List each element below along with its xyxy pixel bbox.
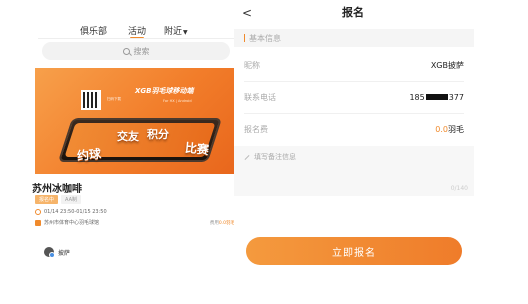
avatar [44,247,55,258]
signup-screen: < 报名 基本信息 昵称 XGB披萨 联系电话 185 377 报名费 0.0羽… [234,0,474,304]
phone-prefix: 185 [409,92,425,102]
back-icon[interactable]: < [242,6,252,20]
event-price: 费用0.0羽毛 [210,220,235,226]
page-title: 报名 [342,6,364,19]
screenshot-stage: 俱乐部 活动 附近▼ 搜索 扫码下载 XGB羽毛球移动端 For HX | An… [0,0,528,304]
fee-unit: 羽毛 [448,124,464,134]
tab-clubs[interactable]: 俱乐部 [80,24,107,37]
chevron-down-icon: ▼ [183,29,188,36]
host-name: 披萨 [58,249,71,257]
signup-button[interactable]: 立即报名 [246,237,462,265]
note-textarea[interactable]: 填写备注信息 0/140 [234,146,474,196]
payment-badge: AA制 [61,195,81,204]
phone-suffix: 377 [448,92,464,102]
nickname-label: 昵称 [244,60,260,70]
divider [38,38,238,39]
fee-label: 报名费 [244,124,268,134]
fee-value: 0.0羽毛 [435,124,464,135]
phone-row: 联系电话 185 377 [234,82,474,112]
location-icon [35,219,41,226]
clock-icon [35,209,41,215]
banner-word: 约球 [76,146,102,164]
phone-label: 联系电话 [244,92,276,102]
note-placeholder: 填写备注信息 [254,153,296,161]
search-icon [122,47,130,55]
section-header: 基本信息 [234,29,474,47]
search-input[interactable]: 搜索 [42,42,230,60]
pencil-icon [244,154,250,160]
event-place: 苏州市体育中心羽毛球馆 [44,220,100,226]
banner-word: 积分 [147,128,169,141]
event-banner[interactable]: 扫码下载 XGB羽毛球移动端 For HX | Android 约球 交友 积分… [35,68,236,174]
event-host[interactable]: 披萨 [44,247,71,258]
event-title[interactable]: 苏州冰咖啡 [32,180,82,195]
event-tags: 报名中 AA制 [35,195,81,204]
activity-list-screen: 俱乐部 活动 附近▼ 搜索 扫码下载 XGB羽毛球移动端 For HX | An… [30,0,240,304]
qr-caption: 扫码下载 [107,97,121,101]
banner-word: 交友 [117,130,139,143]
banner-word: 比赛 [184,140,210,158]
section-label: 基本信息 [249,33,281,43]
price-prefix: 费用 [209,220,219,226]
tab-nearby[interactable]: 附近▼ [164,24,188,37]
signup-button-label: 立即报名 [332,247,376,259]
tab-activities[interactable]: 活动 [128,24,146,37]
event-time-row: 01/14 23:50-01/15 23:50 [35,209,107,215]
price-value: 0.0羽毛 [218,220,235,226]
note-counter: 0/140 [450,185,468,192]
event-time: 01/14 23:50-01/15 23:50 [44,209,107,215]
tab-nearby-label: 附近 [164,27,183,37]
event-place-row: 苏州市体育中心羽毛球馆 费用0.0羽毛 [35,219,235,226]
fee-row: 报名费 0.0羽毛 [234,114,474,144]
fee-number: 0.0 [435,124,448,134]
banner-brand-sub: For HX | Android [163,99,192,103]
search-placeholder: 搜索 [133,46,150,56]
banner-brand: XGB羽毛球移动端 [135,87,194,95]
nickname-row: 昵称 XGB披萨 [234,50,474,80]
nickname-value: XGB披萨 [430,60,464,70]
redaction-mask [425,94,448,100]
phone-value: 185 377 [409,93,464,102]
status-badge: 报名中 [35,195,59,204]
qr-code-icon [81,90,101,110]
